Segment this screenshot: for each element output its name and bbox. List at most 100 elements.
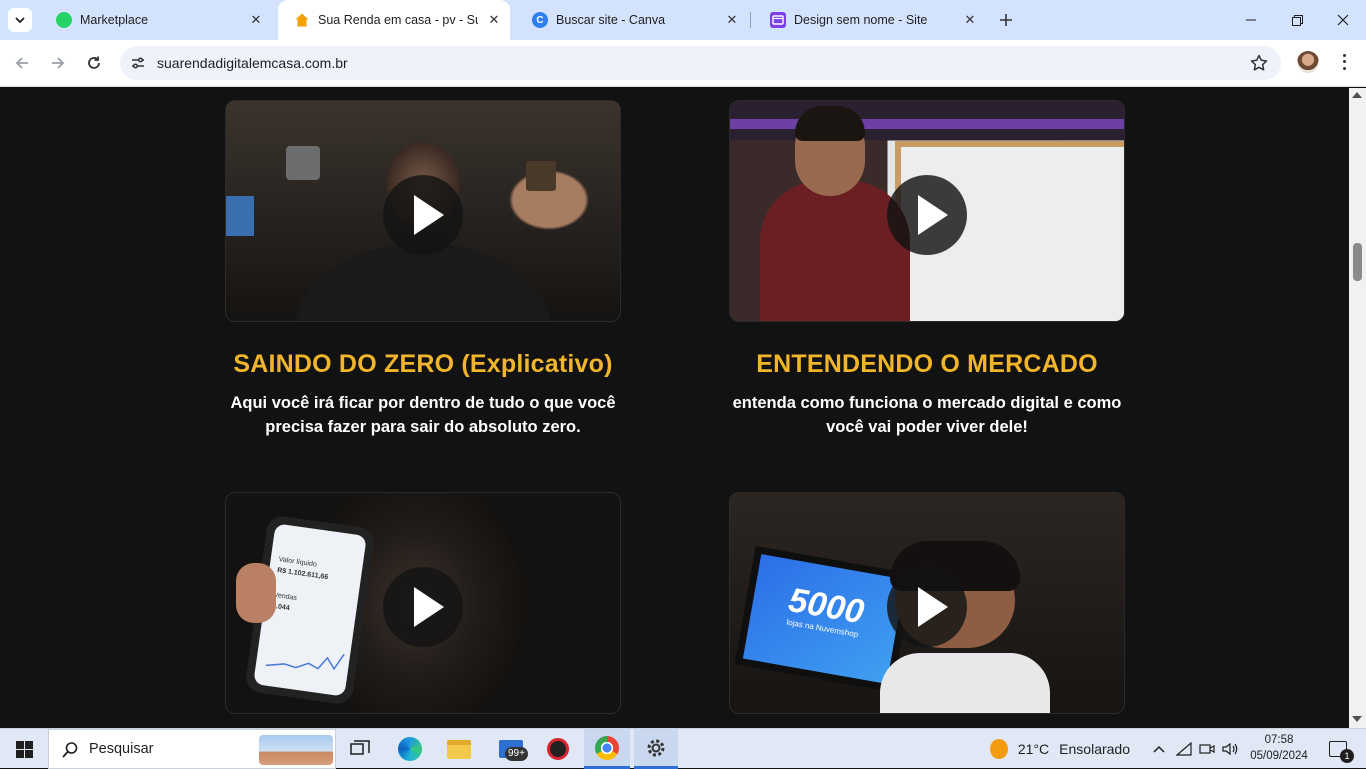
folder-icon [447, 739, 471, 759]
url-text[interactable]: suarendadigitalemcasa.com.br [157, 55, 348, 71]
tab-search-button[interactable] [8, 8, 32, 32]
video-card-3: Valor líquido R$ 1.102.611,66 Vendas 3.0… [225, 492, 621, 714]
play-button[interactable] [887, 175, 967, 255]
clock-date: 05/09/2024 [1250, 750, 1308, 762]
thumbnail-person-decor [760, 181, 910, 321]
notification-badge: 1 [1340, 749, 1354, 763]
play-button[interactable] [383, 567, 463, 647]
start-button[interactable] [0, 729, 48, 769]
chevron-down-icon [15, 17, 25, 24]
volume-control[interactable] [1220, 729, 1240, 769]
close-icon[interactable]: ✕ [486, 12, 502, 28]
thumbnail-light-decor [730, 119, 1124, 129]
gear-icon [647, 739, 665, 756]
weather-temp: 21°C [1017, 741, 1050, 757]
network-status[interactable] [1174, 729, 1194, 769]
video-player[interactable] [729, 100, 1125, 322]
reload-icon [88, 56, 100, 69]
tab-marketplace[interactable]: Marketplace ✕ [40, 0, 272, 40]
minimize-icon [1246, 19, 1256, 21]
tab-separator [750, 12, 751, 28]
search-icon [62, 742, 78, 758]
browser-tab-strip: Marketplace ✕ Sua Renda em casa - pv - S… [0, 0, 1366, 40]
chevron-up-icon [1153, 745, 1165, 753]
thumbnail-hand-decor [236, 563, 276, 623]
tab-title: Marketplace [80, 13, 149, 27]
show-hidden-icons-button[interactable] [1148, 729, 1170, 769]
reload-button[interactable] [81, 50, 107, 76]
tab-canva[interactable]: C Buscar site - Canva ✕ [516, 0, 748, 40]
task-view-icon [350, 740, 370, 755]
whatsapp-icon [56, 12, 72, 28]
card-title: SAINDO DO ZERO (Explicativo) [233, 350, 613, 378]
thumbnail-hair-decor [795, 106, 865, 141]
page-scrollbar[interactable] [1349, 88, 1366, 728]
tab-title: Design sem nome - Site [794, 13, 928, 27]
close-window-button[interactable] [1320, 0, 1366, 40]
thumbnail-shelf-decor [526, 161, 556, 191]
clock-time: 07:58 [1264, 734, 1294, 746]
profile-avatar[interactable] [1297, 51, 1319, 73]
taskbar-file-explorer[interactable] [439, 729, 479, 769]
close-icon[interactable]: ✕ [724, 12, 740, 28]
tab-sua-renda[interactable]: Sua Renda em casa - pv - Sua renda ✕ [278, 0, 510, 40]
video-card-saindo-do-zero: SAINDO DO ZERO (Explicativo) Aqui você i… [225, 100, 621, 439]
scroll-up-icon[interactable] [1352, 92, 1362, 98]
web-page: SAINDO DO ZERO (Explicativo) Aqui você i… [0, 88, 1349, 728]
close-icon [1337, 14, 1349, 26]
windows-logo-icon [15, 740, 33, 758]
address-bar[interactable]: suarendadigitalemcasa.com.br [120, 46, 1281, 80]
back-button[interactable] [9, 50, 35, 76]
video-player[interactable] [225, 100, 621, 322]
scrollbar-thumb[interactable] [1353, 243, 1362, 281]
thumbnail-jacket-decor [880, 653, 1050, 713]
play-button[interactable] [383, 175, 463, 255]
scroll-down-icon[interactable] [1352, 716, 1362, 722]
video-player[interactable]: Valor líquido R$ 1.102.611,66 Vendas 3.0… [225, 492, 621, 714]
tab-design-sem-nome[interactable]: Design sem nome - Site ✕ [754, 0, 986, 40]
weather-condition: Ensolarado [1059, 741, 1130, 757]
bookmark-star-icon[interactable] [1249, 53, 1269, 73]
taskbar-app-red[interactable] [538, 729, 578, 769]
search-placeholder: Pesquisar [89, 741, 154, 757]
thumbnail-plaque-decor [286, 146, 320, 180]
plus-icon [1000, 14, 1012, 26]
restore-button[interactable] [1274, 0, 1320, 40]
system-clock[interactable]: 07:58 05/09/2024 [1244, 732, 1314, 764]
minimize-button[interactable] [1228, 0, 1274, 40]
play-button[interactable] [887, 567, 967, 647]
forward-button[interactable] [45, 50, 71, 76]
home-icon [294, 12, 310, 28]
card-description: entenda como funciona o mercado digital … [732, 394, 1122, 436]
browser-menu-icon[interactable] [1335, 52, 1353, 72]
meet-now[interactable] [1197, 729, 1217, 769]
edge-icon [398, 737, 422, 761]
search-highlight-image [259, 735, 333, 765]
app-red-icon [547, 738, 569, 760]
taskbar-mail[interactable]: 99+ [490, 729, 532, 769]
card-description: Aqui você irá ficar por dentro de tudo o… [230, 394, 616, 436]
sun-icon [990, 739, 1008, 759]
close-icon[interactable]: ✕ [248, 12, 264, 28]
mail-badge: 99+ [505, 747, 528, 761]
taskbar-settings[interactable] [634, 729, 678, 769]
speaker-icon [1222, 742, 1238, 756]
task-view-button[interactable] [340, 729, 380, 769]
wifi-icon [1176, 742, 1192, 756]
site-settings-icon[interactable] [130, 55, 146, 71]
video-player[interactable]: 5000 lojas na Nuvemshop [729, 492, 1125, 714]
taskbar-chrome[interactable] [584, 729, 630, 769]
notification-center[interactable]: 1 [1318, 729, 1358, 769]
taskbar-search[interactable]: Pesquisar [48, 729, 336, 769]
close-icon[interactable]: ✕ [962, 12, 978, 28]
new-tab-button[interactable] [994, 8, 1018, 32]
video-card-entendendo-o-mercado: ENTENDENDO O MERCADO entenda como funcio… [729, 100, 1125, 439]
browser-toolbar: suarendadigitalemcasa.com.br [0, 40, 1366, 87]
taskbar-edge[interactable] [390, 729, 430, 769]
tab-title: Buscar site - Canva [556, 13, 666, 27]
canva-icon: C [532, 12, 548, 28]
video-card-4: 5000 lojas na Nuvemshop [729, 492, 1125, 714]
camera-icon [1199, 744, 1215, 754]
arrow-right-icon [52, 57, 65, 69]
weather-widget[interactable]: 21°C Ensolarado [990, 729, 1130, 769]
